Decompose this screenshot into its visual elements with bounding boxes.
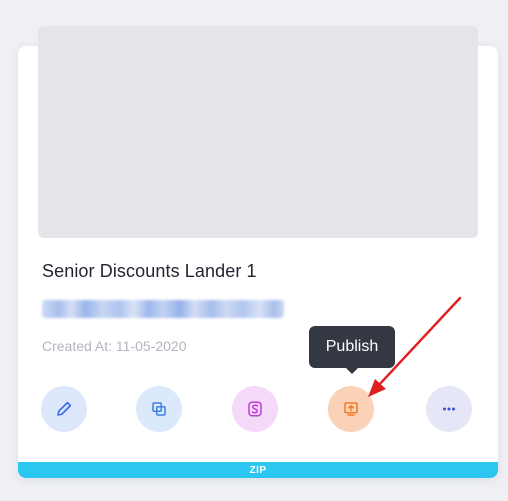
screen: Senior Discounts Lander 1 Created At: 11… [0,0,508,501]
edit-button[interactable] [41,386,87,432]
clone-icon [152,402,166,416]
publish-button[interactable] [328,386,374,432]
publish-icon [344,402,358,416]
page-thumbnail[interactable] [38,26,478,238]
created-at-label: Created At: 11-05-2020 [42,338,187,354]
zip-type-badge: ZIP [18,462,498,478]
tooltip-pointer [345,367,359,374]
split-test-icon [248,401,262,417]
pencil-icon [57,401,72,416]
page-title: Senior Discounts Lander 1 [42,261,257,281]
ellipsis-icon [443,407,455,411]
more-options-button[interactable] [426,386,472,432]
publish-tooltip: Publish [309,326,395,368]
clone-button[interactable] [136,386,182,432]
split-test-button[interactable] [232,386,278,432]
page-url-redacted [42,300,284,318]
